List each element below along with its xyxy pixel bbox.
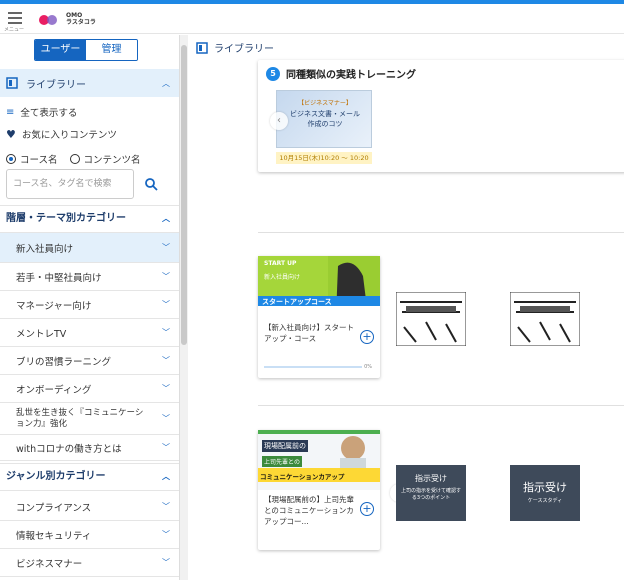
thumb-text: ケーススタディ xyxy=(527,498,563,504)
category-item[interactable]: withコロナの働き方とは ﹀ xyxy=(0,435,179,461)
sidebar: ユーザー 管理 ライブラリー ︿ ≡ 全て表示する ♥ お気に入りコンテンツ コ… xyxy=(0,35,180,580)
thumb-text: START UP xyxy=(264,260,297,267)
heart-icon: ♥ xyxy=(6,127,16,141)
course-card[interactable]: 現場配属前の 上司先輩との コミュニケーションカアップ 【現場配属前の】上司先輩… xyxy=(258,430,380,550)
menu-label: メニュー xyxy=(4,27,25,33)
row-divider xyxy=(258,232,624,233)
category-item[interactable]: 若手・中堅社員向け ﹀ xyxy=(0,263,179,291)
chevron-down-icon: ﹀ xyxy=(162,356,170,365)
library-label: ライブラリー xyxy=(26,79,86,91)
progress-bar xyxy=(264,366,362,368)
favorites-link[interactable]: ♥ お気に入りコンテンツ xyxy=(6,127,117,142)
chevron-down-icon: ﹀ xyxy=(162,328,170,337)
category-item[interactable]: マネージャー向け ﹀ xyxy=(0,291,179,319)
category-section-header[interactable]: 階層・テーマ別カテゴリー ︿ xyxy=(0,205,179,233)
role-user-tab[interactable]: ユーザー xyxy=(35,40,86,60)
thumb-text: スタートアップコース xyxy=(262,298,332,306)
genre-item[interactable]: コンプライアンス ﹀ xyxy=(0,493,179,521)
chevron-down-icon: ﹀ xyxy=(162,384,170,393)
show-all-link[interactable]: ≡ 全て表示する xyxy=(6,105,77,120)
carousel-prev-icon[interactable]: ‹ xyxy=(270,112,288,130)
thumb-text: 指示受け xyxy=(523,481,567,494)
content-thumbnail[interactable] xyxy=(396,292,466,346)
genre-item[interactable]: 情報セキュリティ ﹀ xyxy=(0,521,179,549)
radio-course[interactable] xyxy=(6,154,16,164)
chevron-down-icon: ﹀ xyxy=(162,530,170,539)
genre-item[interactable]: ビジネスマナー ﹀ xyxy=(0,549,179,577)
logo-text: OMO ラスタコラ xyxy=(66,12,96,26)
category-item[interactable]: オンボーディング ﹀ xyxy=(0,375,179,403)
card-title: 【現場配属前の】上司先輩とのコミュニケーションカアップコー... xyxy=(264,495,354,526)
course-number-badge: 5 xyxy=(266,66,280,81)
chevron-down-icon: ﹀ xyxy=(162,300,170,309)
library-icon xyxy=(196,41,208,54)
menu-icon[interactable] xyxy=(8,12,22,26)
chevron-down-icon: ﹀ xyxy=(162,414,170,423)
content-thumbnail[interactable]: 指示受け ケーススタディ xyxy=(510,465,580,521)
chevron-up-icon: ︿ xyxy=(162,78,170,88)
course-thumbnail[interactable]: 【ビジネスマナー】 ビジネス文書・メール作成のコツ xyxy=(276,90,372,148)
card-title: 【新入社員向け】スタートアップ・コース xyxy=(264,323,354,343)
thumb-text: 上司先輩との xyxy=(262,456,302,467)
content-thumbnail[interactable]: 指示受け 上司の指示を受けて確認する3つのポイント xyxy=(396,465,466,521)
search-mode-radios: コース名 コンテンツ名 xyxy=(6,152,141,166)
category-item[interactable]: メントレTV ﹀ xyxy=(0,319,179,347)
chevron-down-icon: ﹀ xyxy=(162,443,170,452)
category-item[interactable]: 乱世を生き抜く『コミュニケーション力』強化 ﹀ xyxy=(0,403,179,435)
scroll-thumb[interactable] xyxy=(181,45,187,345)
library-icon xyxy=(6,77,18,89)
content-thumbnail[interactable] xyxy=(510,292,580,346)
course-card[interactable]: START UP 新入社員向け スタートアップコース 【新入社員向け】スタートア… xyxy=(258,256,380,378)
thumb-text: コミュニケーションカアップ xyxy=(260,473,345,481)
page-title: ライブラリー xyxy=(196,40,274,55)
thumb-text: 新入社員向け xyxy=(264,274,301,281)
chevron-down-icon: ﹀ xyxy=(162,502,170,511)
featured-course-card[interactable]: 5 同種類似の実践トレーニング 【ビジネスマナー】 ビジネス文書・メール作成のコ… xyxy=(258,60,624,172)
category-item[interactable]: ブリの習慣ラーニング ﹀ xyxy=(0,347,179,375)
thumb-text: 指示受け xyxy=(415,474,447,483)
progress-percent: 0% xyxy=(364,364,372,370)
add-icon[interactable]: + xyxy=(360,330,374,344)
course-date-tag: 10月15日(木)10:20 〜 10:20 xyxy=(276,152,372,164)
thumb-text: 上司の指示を受けて確認する3つのポイント xyxy=(400,488,461,501)
search-icon[interactable] xyxy=(144,177,158,191)
row-divider xyxy=(258,405,624,406)
chevron-up-icon: ︿ xyxy=(162,214,170,223)
search-input[interactable]: コース名、タグ名で検索 xyxy=(6,169,134,199)
role-admin-tab[interactable]: 管理 xyxy=(86,40,137,60)
chevron-up-icon: ︿ xyxy=(162,472,170,481)
library-section-header[interactable]: ライブラリー ︿ xyxy=(0,69,179,97)
role-toggle: ユーザー 管理 xyxy=(34,39,138,61)
list-icon: ≡ xyxy=(6,106,15,118)
genre-section-header[interactable]: ジャンル別カテゴリー ︿ xyxy=(0,463,179,491)
chevron-down-icon: ﹀ xyxy=(162,272,170,281)
app-header: メニュー OMO ラスタコラ xyxy=(0,4,624,34)
category-item[interactable]: 新入社員向け ﹀ xyxy=(0,233,179,263)
radio-content[interactable] xyxy=(69,154,80,164)
logo-icon xyxy=(39,15,57,25)
chevron-down-icon: ﹀ xyxy=(162,558,170,567)
featured-course-title: 5 同種類似の実践トレーニング xyxy=(266,66,416,81)
sidebar-scrollbar[interactable] xyxy=(180,35,188,580)
thumb-text: 現場配属前の xyxy=(262,440,308,452)
chevron-down-icon: ﹀ xyxy=(162,243,170,252)
add-icon[interactable]: + xyxy=(360,502,374,516)
